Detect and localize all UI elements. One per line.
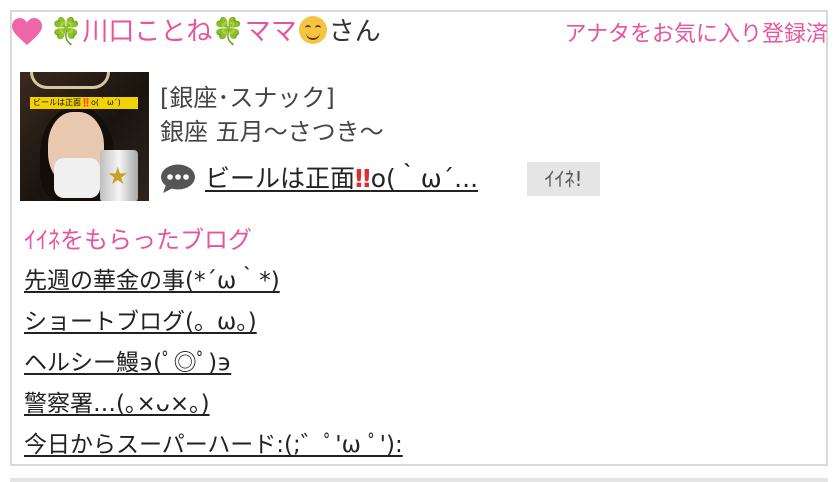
shop-name[interactable]: 銀座 五月～さつき～ xyxy=(160,112,384,147)
list-item: ヘルシー鰻϶(ﾟ◎ﾟ)϶ xyxy=(24,344,403,385)
divider xyxy=(10,478,828,482)
card-header: 🍀川口ことね🍀ママ さん アナタをお気に入り登録済 xyxy=(12,12,830,52)
blog-link[interactable]: 警察署…(｡×ᴗ×｡) xyxy=(24,391,210,417)
blog-link[interactable]: ヘルシー鰻϶(ﾟ◎ﾟ)϶ xyxy=(24,350,231,376)
heart-icon[interactable] xyxy=(12,18,42,46)
double-exclamation-icon: ‼ xyxy=(355,164,371,193)
member-name[interactable]: 🍀川口ことね🍀ママ さん xyxy=(50,14,381,50)
blog-link[interactable]: ショートブログ(。ω。) xyxy=(24,309,257,335)
favorite-status[interactable]: アナタをお気に入り登録済 xyxy=(564,16,828,48)
blog-link[interactable]: 今日からスーパーハード:(;゛ﾟ'ω ﾟ'): xyxy=(24,432,403,458)
clover-icon: 🍀 xyxy=(50,17,83,47)
clover-icon: 🍀 xyxy=(212,17,245,47)
latest-post-link[interactable]: ビールは正面‼o(｀ω´... xyxy=(205,160,478,198)
member-name-part1: 川口ことね xyxy=(82,17,213,47)
liked-blogs-list: 先週の華金の事(*´ω｀*) ショートブログ(。ω。) ヘルシー鰻϶(ﾟ◎ﾟ)϶… xyxy=(24,262,403,467)
smiley-icon xyxy=(298,16,327,44)
list-item: ショートブログ(。ω。) xyxy=(24,303,403,344)
photo-caption: ビールは正面‼️o(｀ω´) xyxy=(30,97,138,109)
list-item: 先週の華金の事(*´ω｀*) xyxy=(24,262,403,303)
honorific: さん xyxy=(328,17,381,47)
list-item: 警察署…(｡×ᴗ×｡) xyxy=(24,385,403,426)
shop-category: [銀座･スナック] xyxy=(160,84,335,112)
profile-photo[interactable]: ビールは正面‼️o(｀ω´) xyxy=(20,72,149,201)
list-item: 今日からスーパーハード:(;゛ﾟ'ω ﾟ'): xyxy=(24,426,403,467)
member-name-part2: ママ xyxy=(244,17,297,47)
blog-link[interactable]: 先週の華金の事(*´ω｀*) xyxy=(24,268,280,294)
speech-bubble-icon xyxy=(161,164,195,193)
beer-can-image xyxy=(100,150,138,201)
like-button[interactable]: ｲｲﾈ! xyxy=(527,162,600,196)
liked-blogs-heading: ｲｲﾈをもらったブログ xyxy=(24,226,252,254)
